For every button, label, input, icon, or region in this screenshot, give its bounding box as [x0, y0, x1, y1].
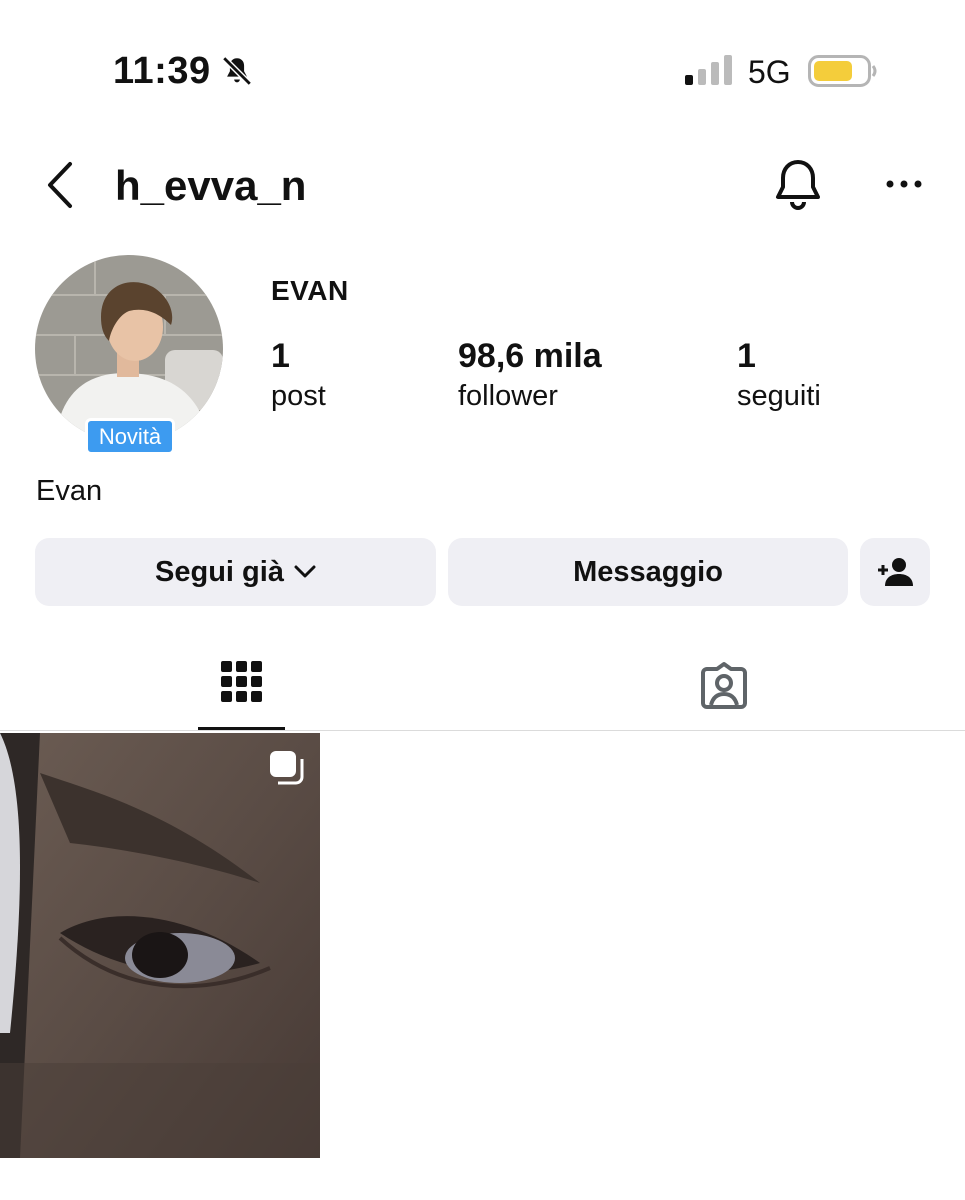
avatar[interactable]	[35, 255, 223, 443]
chevron-down-icon	[294, 565, 316, 578]
carousel-icon	[270, 751, 304, 785]
stat-following[interactable]: 1 seguiti	[737, 336, 821, 416]
tab-posts-grid[interactable]	[198, 640, 285, 732]
following-button-label: Segui già	[155, 555, 284, 588]
stat-posts[interactable]: 1 post	[271, 336, 326, 416]
ellipsis-icon[interactable]	[884, 174, 924, 194]
signal-icon	[685, 55, 732, 85]
tagged-person-icon	[700, 662, 747, 709]
display-name: EVAN	[271, 275, 349, 306]
grid-icon	[220, 661, 262, 702]
add-person-icon	[878, 558, 913, 586]
post-photo	[0, 733, 320, 1158]
chevron-left-icon[interactable]	[40, 160, 80, 210]
stat-followers-label: follower	[458, 380, 558, 412]
following-button[interactable]: Segui già	[35, 538, 436, 606]
bell-slash-icon	[222, 56, 252, 86]
stat-posts-value: 1	[271, 337, 290, 375]
stat-following-value: 1	[737, 337, 756, 375]
network-label: 5G	[748, 54, 791, 90]
profile-username: h_evva_n	[115, 162, 307, 209]
stat-followers-value: 98,6 mila	[458, 337, 602, 375]
status-time: 11:39	[113, 50, 211, 92]
post-thumbnail[interactable]	[0, 733, 320, 1158]
battery-icon	[808, 55, 877, 87]
tabs-divider	[0, 730, 965, 731]
stat-followers[interactable]: 98,6 mila follower	[458, 336, 602, 416]
stat-posts-label: post	[271, 380, 326, 412]
stat-following-label: seguiti	[737, 380, 821, 412]
message-button-label: Messaggio	[573, 555, 723, 588]
bell-icon[interactable]	[772, 158, 824, 212]
profile-bio: Evan	[36, 475, 103, 507]
message-button[interactable]: Messaggio	[448, 538, 848, 606]
suggest-people-button[interactable]	[860, 538, 930, 606]
new-badge: Novità	[85, 418, 175, 455]
tab-tagged[interactable]	[680, 640, 767, 732]
